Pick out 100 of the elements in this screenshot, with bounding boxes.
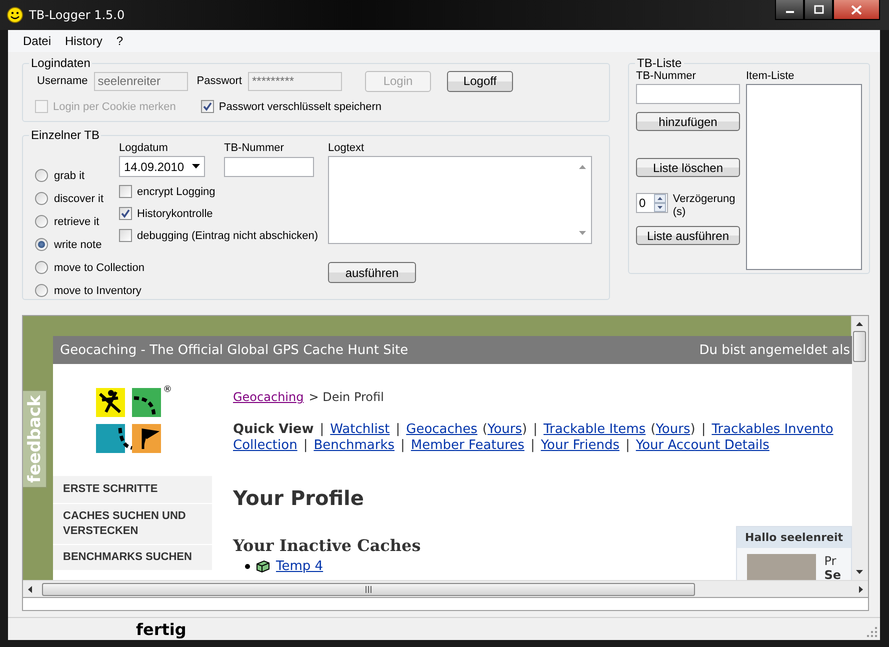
field-label: Item-Liste [746,70,796,82]
checkbox-label: Historykontrolle [137,208,213,220]
radio-button[interactable] [35,261,48,274]
checkbox[interactable] [119,185,132,198]
window-title: TB-Logger 1.5.0 [29,8,125,22]
nav-item[interactable]: BENCHMARKS SUCHEN [53,545,212,571]
scroll-down-icon [579,231,586,235]
group-title: TB-Liste [636,56,683,70]
separator: | [303,438,308,454]
close-icon [851,4,862,14]
tb-number-field[interactable] [224,157,314,177]
login-status: Du bist angemeldet als [699,342,850,358]
radio-label: retrieve it [54,216,100,228]
scroll-left-icon [28,586,32,592]
menu-item[interactable]: Datei [16,34,58,48]
radio-button[interactable] [35,169,48,182]
minimize-button[interactable] [775,0,804,20]
scroll-right-icon [859,586,863,592]
logoff-button[interactable]: Logoff [447,70,513,92]
scroll-up-icon [856,322,863,326]
radio-label: discover it [54,192,104,204]
maximize-icon [814,5,824,14]
password-field[interactable]: ********* [248,72,342,90]
radio-label: move to Inventory [54,284,142,296]
radio-button[interactable] [35,215,48,228]
section-heading: Your Inactive Caches [233,536,421,555]
resize-grip-icon [867,627,877,637]
scroll-down-icon [856,570,863,574]
date-picker[interactable]: 14.09.2010 [119,156,205,177]
tb-number-field[interactable] [636,84,740,104]
menu-item[interactable]: ? [109,34,130,48]
checkbox[interactable] [119,207,132,220]
add-button[interactable]: hinzufügen [636,112,740,131]
nav-link[interactable]: Yours [488,422,522,438]
nav-link[interactable]: Member Features [410,438,524,454]
close-button[interactable] [833,0,880,20]
parenthesis: ) [522,422,528,438]
item-list[interactable] [746,84,862,270]
checkbox-label: encrypt Logging [137,186,216,198]
box-icon [256,560,270,573]
checkbox-label: Login per Cookie merken [53,100,176,112]
nav-link[interactable]: Benchmarks [314,438,395,454]
separator: | [701,422,706,438]
checkbox[interactable] [119,229,132,242]
smiley-icon [7,7,23,23]
profile-text: Pr [824,554,838,568]
horizontal-scrollbar[interactable] [23,580,868,597]
run-button[interactable]: ausführen [328,262,416,283]
scroll-thumb[interactable] [42,582,695,596]
parenthesis: ( [650,422,656,438]
nav-item[interactable]: CACHES SUCHEN UND VERSTECKEN [53,504,212,545]
nav-item[interactable]: ERSTE SCHRITTE [53,476,212,504]
menu-item[interactable]: History [58,34,110,48]
cache-link[interactable]: Temp 4 [276,559,324,574]
scroll-thumb[interactable] [853,331,866,362]
separator: | [533,422,538,438]
separator: | [530,438,535,454]
breadcrumb-text: > Dein Profil [308,390,384,404]
nav-link[interactable]: Geocaches [406,422,478,438]
quick-view-label: Quick View [233,422,314,438]
radio-button[interactable] [35,284,48,297]
radio-label: grab it [54,170,85,182]
delay-spinner[interactable]: 0 [636,193,668,213]
radio-button[interactable] [35,192,48,205]
logtext-area[interactable] [328,156,592,244]
grip-icon [365,586,372,592]
checkbox[interactable] [200,100,214,113]
radio-button[interactable] [35,238,48,251]
maximize-button[interactable] [804,0,833,20]
nav-link[interactable]: Yours [656,422,690,438]
separator: | [625,438,630,454]
scroll-up-icon [579,165,586,169]
group-title: Logindaten [30,56,92,70]
checkbox-label: Passwort verschlüsselt speichern [218,100,382,112]
geocaching-logo: ® [96,384,172,454]
dropdown-arrow-icon [192,164,200,169]
bullet-icon [245,564,250,569]
run-list-button[interactable]: Liste ausführen [636,226,740,245]
separator: | [400,438,405,454]
nav-link[interactable]: Collection [233,438,298,454]
username-field[interactable]: seelenreiter [94,72,188,90]
nav-link[interactable]: Your Friends [540,438,620,454]
clear-list-button[interactable]: Liste löschen [636,158,740,177]
field-label: TB-Nummer [224,142,285,154]
field-label: Passwort [196,75,242,87]
nav-link[interactable]: Trackables Invento [712,422,834,438]
field-label: TB-Nummer [636,70,697,82]
vertical-scrollbar[interactable] [851,316,868,580]
breadcrumb-link[interactable]: Geocaching [233,390,304,404]
separator: | [320,422,324,438]
nav-link[interactable]: Trackable Items [544,422,646,438]
group-title: Einzelner TB [30,128,100,142]
page-heading: Your Profile [233,486,365,510]
nav-link[interactable]: Watchlist [330,422,390,438]
profile-card-title: Hallo seelenreit [737,527,851,548]
profile-text: Se [824,568,841,580]
nav-link[interactable]: Your Account Details [636,438,770,454]
spinner-label: Verzögerung (s) [672,193,736,219]
separator: | [396,422,400,438]
status-text: fertig [136,620,186,638]
